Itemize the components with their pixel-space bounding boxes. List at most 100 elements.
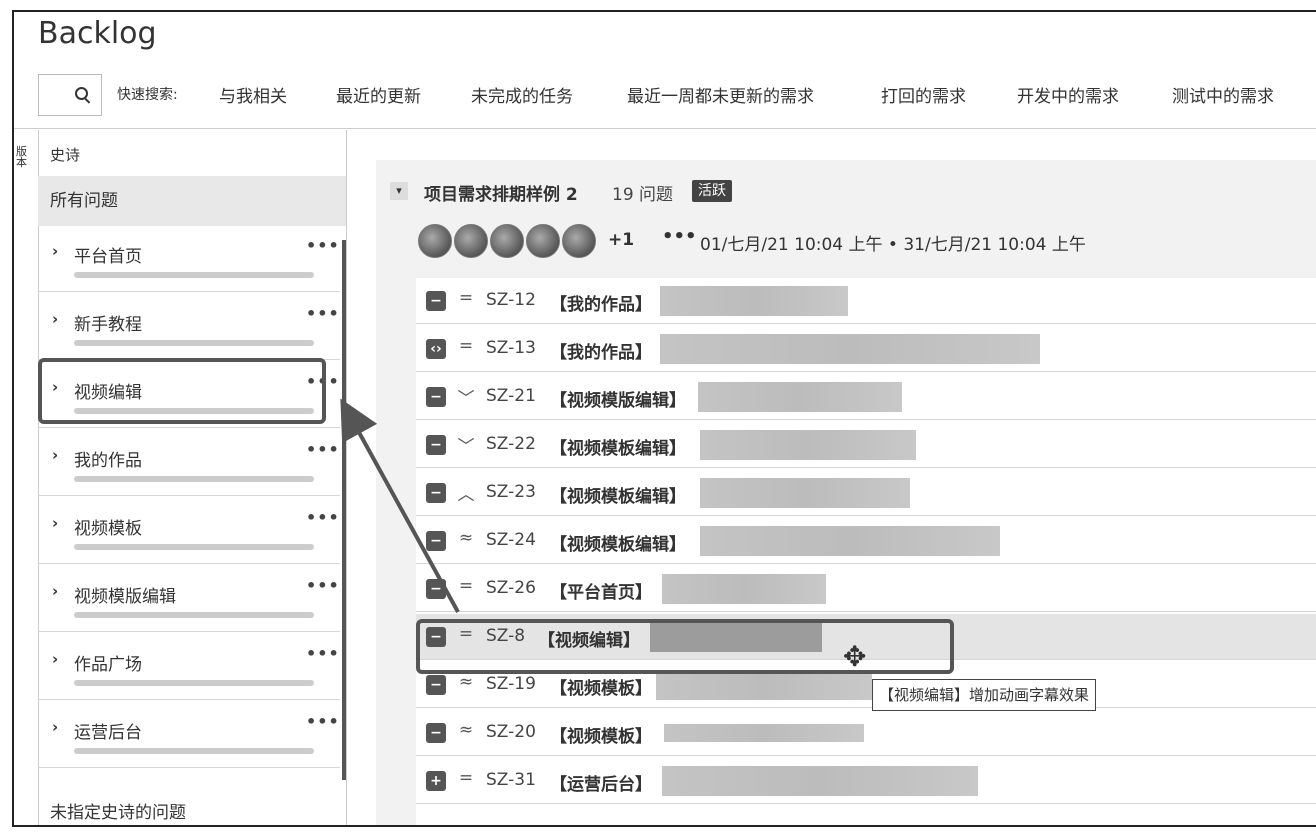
epics-heading: 史诗 (50, 146, 81, 164)
filter-rejected[interactable]: 打回的需求 (881, 82, 966, 107)
filter-mine[interactable]: 与我相关 (219, 82, 287, 107)
epic-progress-bar (74, 680, 314, 686)
epic-name: 新手教程 (74, 315, 142, 335)
task-type-icon: − (426, 291, 446, 311)
versions-tab-label: 版本 (16, 145, 27, 169)
issue-key[interactable]: SZ-12 (486, 290, 536, 310)
avatar[interactable] (526, 224, 560, 258)
epic-item[interactable]: › 运营后台 ••• (38, 702, 340, 768)
avatar[interactable] (562, 224, 596, 258)
epic-item[interactable]: › 作品广场 ••• (38, 634, 340, 700)
all-issues-item[interactable]: 所有问题 (38, 176, 346, 226)
issue-row[interactable]: − ≈ SZ-24 【视频模板编辑】 (416, 518, 1316, 564)
filter-recent-updates[interactable]: 最近的更新 (336, 82, 421, 107)
issue-epic-tag: 【视频模板】 (550, 727, 652, 747)
priority-low-icon: ﹀ (457, 389, 475, 409)
more-icon[interactable]: ••• (306, 508, 340, 527)
epic-progress-bar (74, 544, 314, 550)
epic-item[interactable]: › 视频模板 ••• (38, 498, 340, 564)
search-input[interactable] (38, 74, 102, 116)
issue-row[interactable]: ‹› = SZ-13 【我的作品】 (416, 326, 1316, 372)
task-type-icon: − (426, 531, 446, 551)
issue-row[interactable]: − = SZ-12 【我的作品】 (416, 278, 1316, 324)
more-icon[interactable]: ••• (306, 644, 340, 663)
epic-item[interactable]: › 视频模版编辑 ••• (38, 566, 340, 632)
issue-row[interactable]: − ≈ SZ-20 【视频模板】 (416, 710, 1316, 756)
filter-unfinished[interactable]: 未完成的任务 (471, 82, 573, 107)
code-type-icon: ‹› (426, 339, 446, 359)
epic-item[interactable]: › 我的作品 ••• (38, 430, 340, 496)
priority-medium-icon: = (458, 576, 474, 596)
issue-key[interactable]: SZ-23 (486, 482, 536, 502)
task-type-icon: − (426, 387, 446, 407)
epic-progress-bar (74, 272, 314, 278)
filter-in-development[interactable]: 开发中的需求 (1017, 82, 1119, 107)
issue-summary-redacted (662, 574, 826, 604)
more-icon[interactable]: ••• (306, 236, 340, 255)
sprint-panel: ▾ 项目需求排期样例 2 19 问题 活跃 +1 ••• 01/七月/21 10… (376, 160, 1316, 825)
issue-row[interactable]: + = SZ-31 【运营后台】 (416, 758, 1316, 804)
avatar[interactable] (490, 224, 524, 258)
chevron-right-icon[interactable]: › (52, 514, 58, 532)
chevron-right-icon[interactable]: › (52, 446, 58, 464)
issue-key[interactable]: SZ-20 (486, 722, 536, 742)
issue-epic-tag: 【视频模板编辑】 (550, 487, 686, 507)
epic-name: 作品广场 (74, 655, 142, 675)
avatar[interactable] (454, 224, 488, 258)
issue-key[interactable]: SZ-22 (486, 434, 536, 454)
sidebar-scrollbar[interactable] (342, 240, 346, 780)
issue-tooltip: 【视频编辑】增加动画字幕效果 (872, 679, 1097, 711)
issue-summary-redacted (660, 334, 1040, 364)
issue-list: − = SZ-12 【我的作品】 ‹› = SZ-13 【我的作品】 − ﹀ S… (416, 278, 1316, 825)
epic-name: 视频模版编辑 (74, 587, 176, 607)
filter-in-testing[interactable]: 测试中的需求 (1172, 82, 1274, 107)
issue-row[interactable]: − ﹀ SZ-21 【视频模版编辑】 (416, 374, 1316, 420)
more-icon[interactable]: ••• (306, 712, 340, 731)
issue-key[interactable]: SZ-21 (486, 386, 536, 406)
sprint-name: 项目需求排期样例 2 (424, 185, 578, 205)
page-title: Backlog (38, 16, 157, 51)
issue-key[interactable]: SZ-19 (486, 674, 536, 694)
issue-key[interactable]: SZ-13 (486, 338, 536, 358)
issue-key[interactable]: SZ-31 (486, 770, 536, 790)
chevron-down-icon[interactable]: ▾ (390, 182, 408, 200)
epic-progress-bar (74, 748, 314, 754)
issue-key[interactable]: SZ-24 (486, 530, 536, 550)
epic-item[interactable]: › 平台首页 ••• (38, 226, 340, 292)
more-icon[interactable]: ••• (306, 304, 340, 323)
avatar[interactable] (418, 224, 452, 258)
epic-name: 运营后台 (74, 723, 142, 743)
more-icon[interactable]: ••• (662, 226, 697, 247)
search-icon[interactable] (75, 87, 88, 100)
unassigned-epic-item[interactable]: 未指定史诗的问题 (50, 798, 186, 823)
more-icon[interactable]: ••• (306, 576, 340, 595)
chevron-right-icon[interactable]: › (52, 650, 58, 668)
issue-row[interactable]: − = SZ-26 【平台首页】 (416, 566, 1316, 612)
task-type-icon: − (426, 483, 446, 503)
issue-summary-redacted (660, 286, 848, 316)
issue-key[interactable]: SZ-26 (486, 578, 536, 598)
sprint-dates: 01/七月/21 10:04 上午 • 31/七月/21 10:04 上午 (700, 235, 1086, 255)
priority-low-icon: ﹀ (457, 437, 475, 457)
issue-row[interactable]: − ﹀ SZ-22 【视频模板编辑】 (416, 422, 1316, 468)
quick-search-label: 快速搜索: (117, 87, 178, 103)
status-badge: 活跃 (692, 180, 732, 202)
issue-summary-redacted (700, 526, 1000, 556)
chevron-right-icon[interactable]: › (52, 582, 58, 600)
task-type-icon: − (426, 579, 446, 599)
move-cursor-icon: ✥ (843, 640, 867, 673)
issue-summary-redacted (664, 724, 864, 742)
versions-tab[interactable]: 版本 (14, 130, 39, 825)
issue-summary-redacted (662, 766, 978, 796)
more-icon[interactable]: ••• (306, 440, 340, 459)
issue-summary-redacted (698, 382, 902, 412)
chevron-right-icon[interactable]: › (52, 242, 58, 260)
epic-name: 平台首页 (74, 247, 142, 267)
chevron-right-icon[interactable]: › (52, 718, 58, 736)
filter-stale-week[interactable]: 最近一周都未更新的需求 (627, 82, 814, 107)
avatar-more-count[interactable]: +1 (608, 230, 634, 250)
chevron-right-icon[interactable]: › (52, 310, 58, 328)
issue-row[interactable]: − ︿ SZ-23 【视频模板编辑】 (416, 470, 1316, 516)
epic-item[interactable]: › 新手教程 ••• (38, 294, 340, 360)
toolbar-divider (14, 128, 1316, 129)
